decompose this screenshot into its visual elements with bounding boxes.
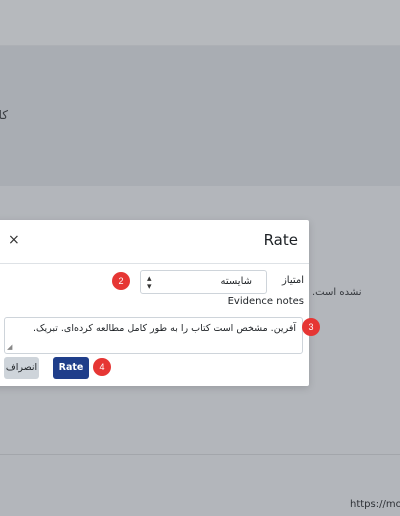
footer-divider	[0, 454, 400, 455]
rating-label: امتیاز	[281, 275, 304, 286]
step-badge-3: 3	[302, 318, 320, 336]
evidence-notes-textarea[interactable]: آفرین. مشخص است کتاب را به طور کامل مطال…	[4, 317, 303, 354]
page-content-panel	[0, 46, 400, 186]
close-icon[interactable]: ×	[8, 233, 20, 247]
step-badge-2: 2	[112, 272, 130, 290]
footer-url-text: https://moo	[350, 499, 400, 510]
step-badge-4: 4	[93, 358, 111, 376]
rating-select-value: شایسته	[220, 276, 252, 287]
evidence-notes-text: آفرین. مشخص است کتاب را به طور کامل مطال…	[32, 323, 296, 334]
rate-button[interactable]: Rate	[53, 357, 89, 379]
rate-dialog: Rate × امتیاز شایسته ▴ ▾ 2 Evidence notes…	[0, 220, 309, 386]
rating-select[interactable]: شایسته ▴ ▾	[140, 270, 267, 294]
cancel-button[interactable]: انصراف	[4, 357, 39, 379]
evidence-notes-label: Evidence notes	[227, 296, 304, 307]
dialog-header: Rate ×	[0, 220, 309, 264]
background-text-fragment: کا	[0, 108, 8, 122]
resize-grip-icon[interactable]: ◢	[7, 344, 12, 351]
dialog-title: Rate	[263, 231, 298, 249]
background-status-text: نشده است.	[312, 287, 362, 298]
select-caret-icon: ▴ ▾	[147, 274, 152, 292]
page-header-band	[0, 0, 400, 46]
